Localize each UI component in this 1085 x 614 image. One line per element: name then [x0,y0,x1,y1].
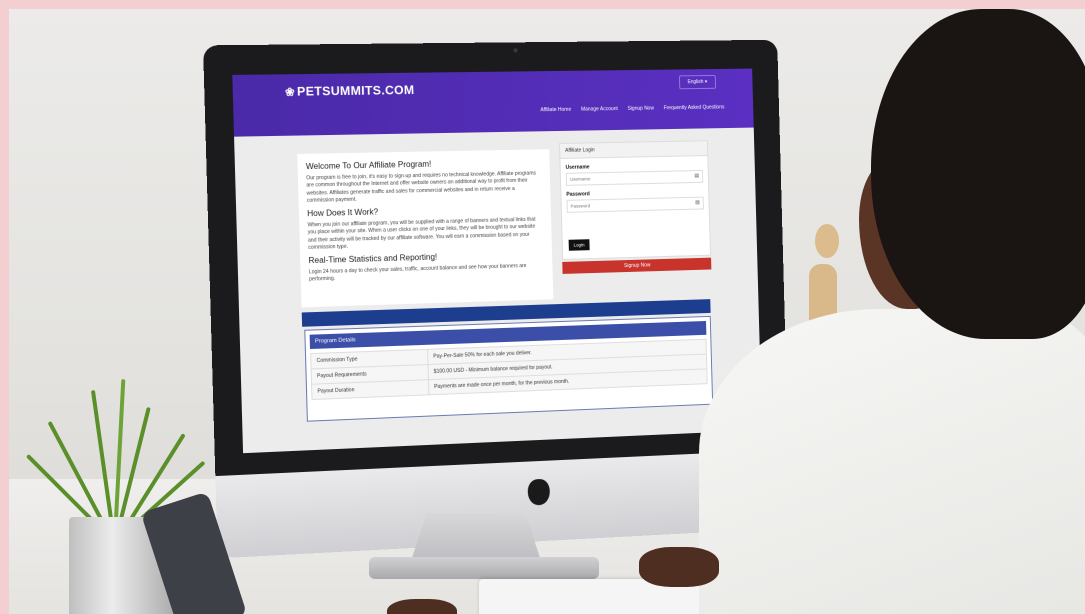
how-it-works-text: When you join our affiliate program, you… [307,216,536,251]
credentials-icon: ▤ [695,199,700,206]
camera-icon [513,48,518,53]
intro-text: Our program is free to join, it's easy t… [306,170,537,204]
login-button[interactable]: Login [568,239,590,251]
statistics-text: Login 24 hours a day to check your sales… [308,262,527,283]
photo-scene: ❀ PETSUMMITS.COM English ▾ Affiliate Home… [9,9,1085,614]
signup-now-button[interactable]: Signup Now [562,257,712,274]
nav-affiliate-home[interactable]: Affiliate Home [540,107,571,113]
login-title: Affiliate Login [559,141,708,159]
monitor-stand-base [369,557,599,579]
program-details-table: Commission Type Pay-Per-Sale 50% for eac… [310,339,708,400]
intro-panel: Welcome To Our Affiliate Program! Our pr… [297,149,554,308]
browser-screen: ❀ PETSUMMITS.COM English ▾ Affiliate Home… [232,68,762,454]
chevron-down-icon: ▾ [704,79,708,85]
paw-icon: ❀ [284,86,296,99]
credentials-icon: ▤ [694,172,700,180]
username-field[interactable]: Username ▤ [565,169,704,186]
nav-manage-account[interactable]: Manage Account [581,106,618,113]
monitor-stand [411,513,541,561]
table-cell-label: Payout Duration [311,379,429,400]
how-it-works-heading: How Does It Work? [307,207,379,219]
apple-logo-icon [527,478,551,506]
program-details-panel: Program Details Commission Type Pay-Per-… [304,315,714,422]
affiliate-login-panel: Affiliate Login Username Username ▤ Pass… [558,140,711,260]
nav-signup-now[interactable]: Signup Now [627,105,654,111]
language-dropdown[interactable]: English ▾ [678,74,717,90]
site-header: ❀ PETSUMMITS.COM English ▾ Affiliate Home… [232,68,754,137]
site-logo[interactable]: ❀ PETSUMMITS.COM [285,83,415,99]
main-content: Welcome To Our Affiliate Program! Our pr… [234,127,762,454]
main-nav: Affiliate Home Manage Account Signup Now… [540,104,724,113]
monitor: ❀ PETSUMMITS.COM English ▾ Affiliate Home… [203,39,791,559]
password-field[interactable]: Password ▤ [566,196,704,213]
nav-faq[interactable]: Frequently Asked Questions [664,104,725,111]
intro-heading: Welcome To Our Affiliate Program! [305,159,432,172]
